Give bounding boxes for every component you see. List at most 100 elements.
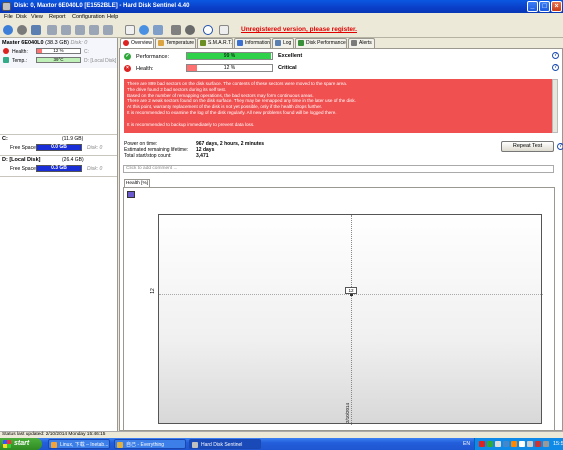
health-mini-bar: 12 % <box>36 48 81 54</box>
disk-entry[interactable]: Master 6E040L0 (38.3 GB) Disk: 0 Health:… <box>0 38 117 68</box>
free-space-label: Free Space <box>10 145 36 151</box>
health-mini-fill <box>37 49 43 53</box>
tray-icon[interactable] <box>495 441 501 447</box>
alert-icon <box>351 40 357 46</box>
network-tray-icon[interactable] <box>519 441 525 447</box>
minimize-button[interactable]: _ <box>527 1 538 12</box>
system-tray: 15:50 <box>474 438 563 450</box>
status-bar: Status last updated: 2/10/2014 Monday 15… <box>0 431 563 438</box>
error-icon: × <box>124 65 131 72</box>
free-space-bar: 0.3 GB <box>36 165 82 172</box>
alert-config-icon[interactable] <box>185 25 195 35</box>
temp-label: Temp.: <box>12 58 28 64</box>
tray-icon[interactable] <box>543 441 549 447</box>
description-scrollbar[interactable] <box>552 79 558 133</box>
volume-disk: Disk: 0 <box>87 166 103 172</box>
extended-test-icon[interactable] <box>89 25 99 35</box>
menu-file[interactable]: File <box>4 14 13 20</box>
tray-icon[interactable] <box>487 441 493 447</box>
free-space-label: Free Space <box>10 166 36 172</box>
taskbar-item-everything[interactable]: 自己 - Everything <box>114 439 186 449</box>
window-title: Disk: 0, Maxtor 6E040L0 [E1552BLE] - Har… <box>14 3 190 9</box>
menu-help[interactable]: Help <box>107 14 118 20</box>
tab-temperature[interactable]: Temperature <box>155 38 196 48</box>
toolbar: Unregistered version, please register. <box>0 23 563 38</box>
tray-icon[interactable] <box>503 441 509 447</box>
disk-list-panel: Master 6E040L0 (38.3 GB) Disk: 0 Health:… <box>0 38 118 431</box>
short-test-icon[interactable] <box>75 25 85 35</box>
surface-test-icon[interactable] <box>61 25 71 35</box>
unregistered-link[interactable]: Unregistered version, please register. <box>241 26 357 33</box>
performance-verdict: Excellent <box>278 53 303 59</box>
error-icon <box>123 40 129 46</box>
menu-configuration[interactable]: Configuration <box>72 14 105 20</box>
app-icon <box>192 442 198 448</box>
health-verdict: Critical <box>278 65 297 71</box>
comment-field[interactable]: Click to add comment ... <box>123 165 554 173</box>
tab-health-graph[interactable]: Health [%] <box>124 179 150 187</box>
help-icon[interactable]: ? <box>557 143 563 150</box>
disk-id: Disk: 0 <box>70 40 88 46</box>
help-icon[interactable]: ? <box>552 64 559 71</box>
tab-disk-performance[interactable]: Disk Performance <box>295 38 347 48</box>
refresh-icon[interactable] <box>3 25 13 35</box>
help-icon[interactable] <box>203 25 213 35</box>
performance-label: Performance: <box>136 54 170 60</box>
temp-mini-value: 39°C <box>53 57 64 62</box>
tab-smart[interactable]: S.M.A.R.T. <box>197 38 233 48</box>
volume-name: C: <box>2 136 8 142</box>
health-label: Health: <box>12 49 28 55</box>
disk-size: (38.3 GB) <box>45 40 69 46</box>
data-label: 12 <box>345 287 357 294</box>
menu-disk[interactable]: Disk <box>16 14 27 20</box>
thermometer-icon <box>3 57 9 63</box>
language-indicator[interactable]: EN <box>463 438 470 450</box>
maximize-button[interactable]: □ <box>539 1 550 12</box>
startstop-label: Total start/stop count: <box>124 153 172 159</box>
taskbar-item-hdsentinel[interactable]: Hard Disk Sentinel <box>189 439 261 449</box>
help-icon[interactable]: ? <box>552 52 559 59</box>
volume-entry-d[interactable]: D: [Local Disk] (26.4 GB) Free Space 0.3… <box>0 156 117 174</box>
health-label: Health: <box>136 66 154 72</box>
network-icon[interactable] <box>153 25 163 35</box>
tray-icon[interactable] <box>535 441 541 447</box>
graph-options-icon[interactable] <box>127 191 135 198</box>
disk-icon[interactable] <box>17 25 27 35</box>
volume-name: D: [Local Disk] <box>2 157 41 163</box>
document-icon[interactable] <box>125 25 135 35</box>
settings-icon[interactable] <box>171 25 181 35</box>
health-graph-frame: 12 12 2/10/2014 <box>123 187 555 431</box>
temp-drive: D: [Local Disk] <box>84 58 117 64</box>
menu-view[interactable]: View <box>31 14 43 20</box>
hdsentinel-tray-icon[interactable] <box>479 441 485 447</box>
globe-icon[interactable] <box>139 25 149 35</box>
tab-log[interactable]: Log <box>272 38 294 48</box>
tab-alerts[interactable]: Alerts <box>348 38 375 48</box>
performance-bar: 99 % <box>186 52 273 60</box>
free-space-value: 0.3 GB <box>51 165 67 171</box>
tab-information[interactable]: Information <box>234 38 271 48</box>
tray-icon[interactable] <box>511 441 517 447</box>
startstop-value: 3,471 <box>196 153 209 159</box>
overview-panel: ✓ Performance: 99 % Excellent ? × Health… <box>119 48 563 431</box>
check-icon: ✓ <box>124 53 131 60</box>
health-mini-value: 12 % <box>53 48 64 53</box>
start-button[interactable]: start <box>0 438 42 450</box>
volume-size: (11.9 GB) <box>62 136 84 142</box>
clock[interactable]: 15:50 <box>553 438 563 450</box>
close-button[interactable]: × <box>551 1 562 12</box>
smart-icon <box>200 40 206 46</box>
app-icon <box>2 2 11 11</box>
health-chart: 12 2/10/2014 <box>158 214 543 425</box>
repeat-test-button[interactable]: Repeat Test <box>501 141 554 152</box>
about-icon[interactable] <box>219 25 229 35</box>
report-icon[interactable] <box>31 25 41 35</box>
volume-entry-c[interactable]: C: (11.9 GB) Free Space 0.0 GB Disk: 0 <box>0 135 117 153</box>
test-icon[interactable] <box>47 25 57 35</box>
x-tick-label: 2/10/2014 <box>345 402 350 423</box>
menu-report[interactable]: Report <box>49 14 66 20</box>
taskbar-item-browser[interactable]: Linux, 下载 – Inetab... <box>48 439 110 449</box>
volume-tray-icon[interactable] <box>527 441 533 447</box>
browser-icon <box>51 442 57 448</box>
conveyance-test-icon[interactable] <box>103 25 113 35</box>
